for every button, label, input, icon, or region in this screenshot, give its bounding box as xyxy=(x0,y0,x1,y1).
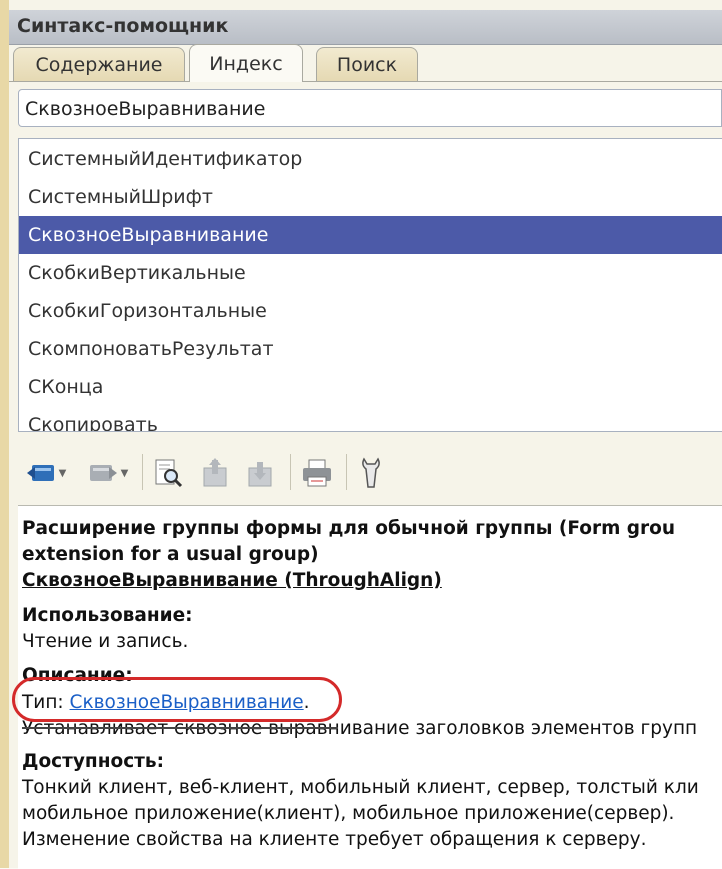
availability-label: Доступность: xyxy=(22,751,164,772)
settings-button[interactable] xyxy=(355,457,387,489)
window-title-bar: Синтакс-помощник xyxy=(9,10,722,45)
next-topic-button[interactable] xyxy=(244,457,276,489)
forward-dropdown-icon[interactable]: ▼ xyxy=(121,468,129,479)
find-in-contents-icon xyxy=(155,459,183,488)
tab-index-label: Индекс xyxy=(209,52,283,75)
index-search-value: СквозноеВыравнивание xyxy=(25,98,266,120)
toolbar-separator xyxy=(346,454,347,490)
settings-icon xyxy=(362,457,380,488)
forward-icon xyxy=(89,465,117,481)
topic-heading-line1: Расширение группы формы для обычной груп… xyxy=(22,518,676,539)
window-title: Синтакс-помощник xyxy=(17,15,229,37)
find-in-contents-button[interactable] xyxy=(151,457,185,489)
list-item[interactable]: СкобкиГоризонтальные xyxy=(19,292,722,330)
availability-line2: мобильное приложение(клиент), мобильное … xyxy=(22,803,675,824)
print-button[interactable] xyxy=(299,457,335,489)
property-title: СквозноеВыравнивание (ThroughAlign) xyxy=(22,570,442,591)
strikethrough-annotation xyxy=(22,727,338,729)
tab-search-label: Поиск xyxy=(336,53,398,76)
back-icon xyxy=(26,465,54,481)
list-item[interactable]: СкобкиВертикальные xyxy=(19,254,722,292)
forward-button[interactable]: ▼ xyxy=(81,457,135,489)
index-search-input[interactable]: СквозноеВыравнивание xyxy=(18,89,722,127)
list-item[interactable]: СКонца xyxy=(19,368,722,406)
list-item[interactable]: Скопировать xyxy=(19,406,722,431)
tab-index[interactable]: Индекс xyxy=(189,44,303,82)
availability-line3: Изменение свойства на клиенте требует об… xyxy=(22,829,647,850)
index-list[interactable]: СистемныйИдентификатор СистемныйШрифт Ск… xyxy=(18,138,722,432)
usage-text: Чтение и запись. xyxy=(22,631,189,652)
list-item-selected[interactable]: СквозноеВыравнивание xyxy=(19,216,722,254)
next-topic-icon xyxy=(248,462,272,487)
back-dropdown-icon[interactable]: ▼ xyxy=(59,468,67,479)
list-item[interactable]: СистемныйИдентификатор xyxy=(19,140,722,178)
topic-heading-line2: extension for a usual group) xyxy=(22,544,319,565)
toolbar-separator xyxy=(142,454,143,490)
list-item[interactable]: СистемныйШрифт xyxy=(19,178,722,216)
print-icon xyxy=(303,459,331,487)
list-item[interactable]: СкомпоноватьРезультат xyxy=(19,330,722,368)
prev-topic-button[interactable] xyxy=(199,457,231,489)
availability-line1: Тонкий клиент, веб-клиент, мобильный кли… xyxy=(22,777,699,798)
usage-label: Использование: xyxy=(22,605,193,626)
tab-search[interactable]: Поиск xyxy=(316,47,418,81)
prev-topic-icon xyxy=(203,458,227,487)
tab-contents[interactable]: Содержание xyxy=(13,47,185,81)
tab-contents-label: Содержание xyxy=(35,53,163,76)
tab-divider xyxy=(9,81,722,82)
toolbar-separator xyxy=(290,454,291,490)
red-highlight-annotation xyxy=(12,677,342,722)
help-toolbar: ▼ ▼ xyxy=(9,440,722,502)
back-button[interactable]: ▼ xyxy=(19,457,73,489)
